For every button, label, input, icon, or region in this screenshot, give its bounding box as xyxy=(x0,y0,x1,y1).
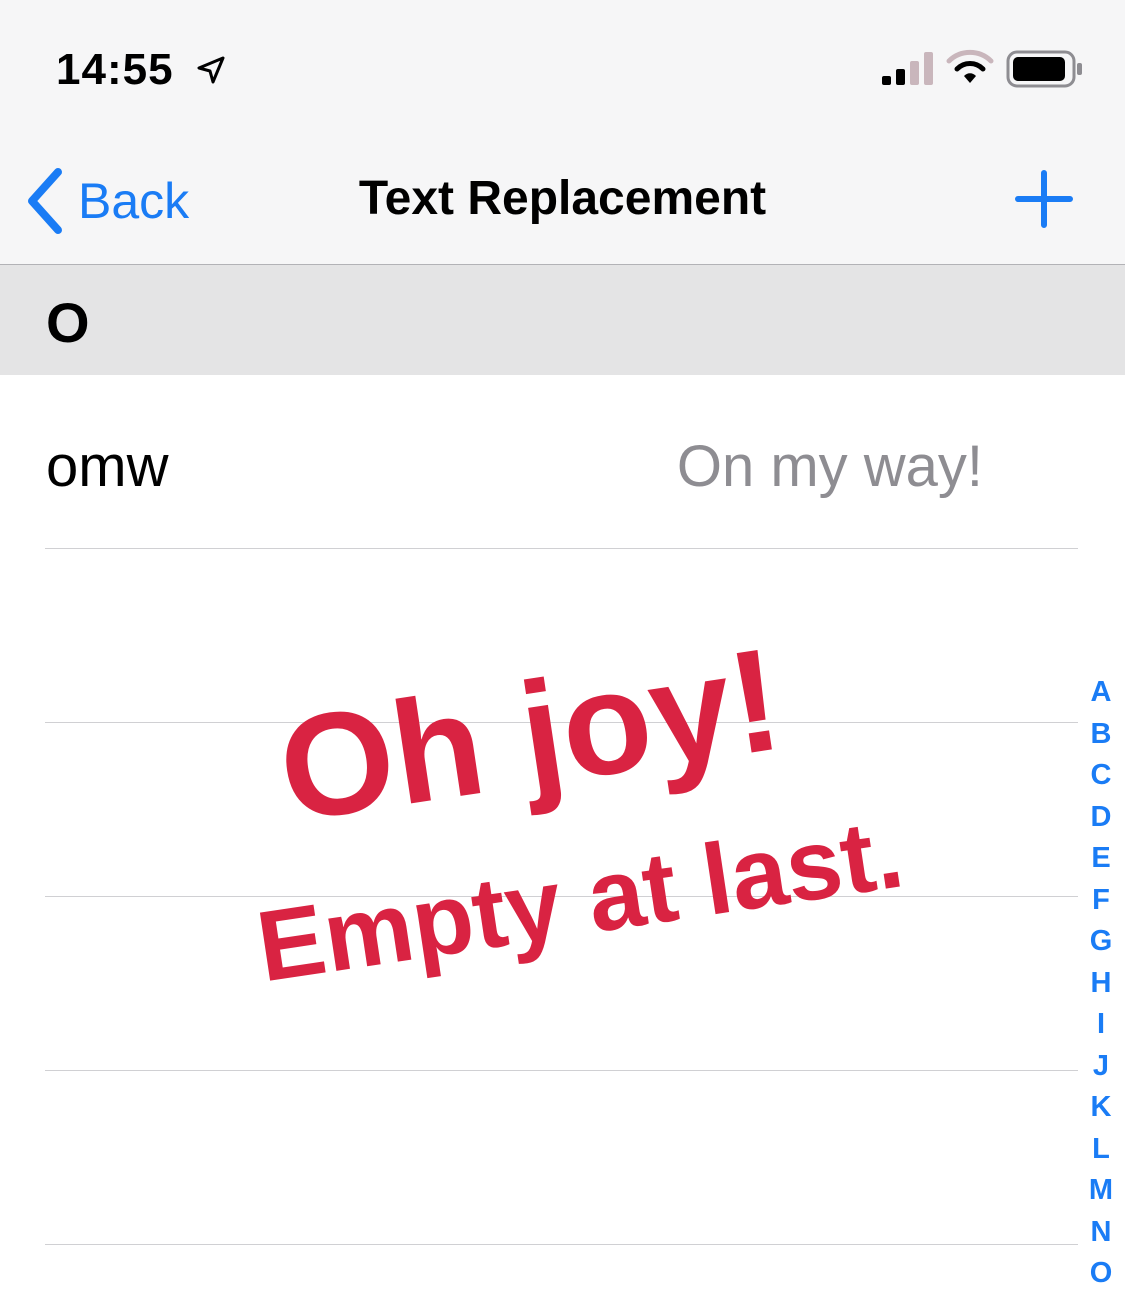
status-time: 14:55 xyxy=(56,45,174,94)
index-letter[interactable]: O xyxy=(1080,1253,1122,1295)
navigation-bar: Back Text Replacement xyxy=(0,135,1125,265)
index-letter[interactable]: I xyxy=(1080,1004,1122,1046)
index-letter[interactable]: E xyxy=(1080,838,1122,880)
shortcut-text: omw xyxy=(46,434,169,499)
index-letter[interactable]: H xyxy=(1080,963,1122,1005)
row-divider xyxy=(45,1244,1078,1245)
index-letter[interactable]: N xyxy=(1080,1212,1122,1254)
wifi-icon xyxy=(946,49,994,83)
row-divider xyxy=(45,1070,1078,1071)
row-divider xyxy=(45,548,1078,549)
index-letter[interactable]: A xyxy=(1080,672,1122,714)
index-letter[interactable]: D xyxy=(1080,797,1122,839)
section-index[interactable]: A B C D E F G H I J K L M N O xyxy=(1080,672,1122,1295)
index-letter[interactable]: F xyxy=(1080,880,1122,922)
index-letter[interactable]: G xyxy=(1080,921,1122,963)
plus-icon[interactable] xyxy=(1014,169,1074,229)
status-bar: 14:55 xyxy=(0,0,1125,135)
index-letter[interactable]: M xyxy=(1080,1170,1122,1212)
section-header: O xyxy=(0,265,1125,375)
battery-icon xyxy=(1006,50,1082,88)
list-item[interactable]: omw On my way! xyxy=(0,375,1125,549)
section-letter: O xyxy=(46,291,90,354)
phrase-text: On my way! xyxy=(676,434,983,499)
index-letter[interactable]: J xyxy=(1080,1046,1122,1088)
signal-icon xyxy=(882,52,933,85)
location-arrow-icon xyxy=(197,56,225,84)
index-letter[interactable]: C xyxy=(1080,755,1122,797)
index-letter[interactable]: B xyxy=(1080,714,1122,756)
index-letter[interactable]: L xyxy=(1080,1129,1122,1171)
overlay-headline: Oh joy! xyxy=(269,616,791,853)
index-letter[interactable]: K xyxy=(1080,1087,1122,1129)
page-title: Text Replacement xyxy=(358,172,767,225)
